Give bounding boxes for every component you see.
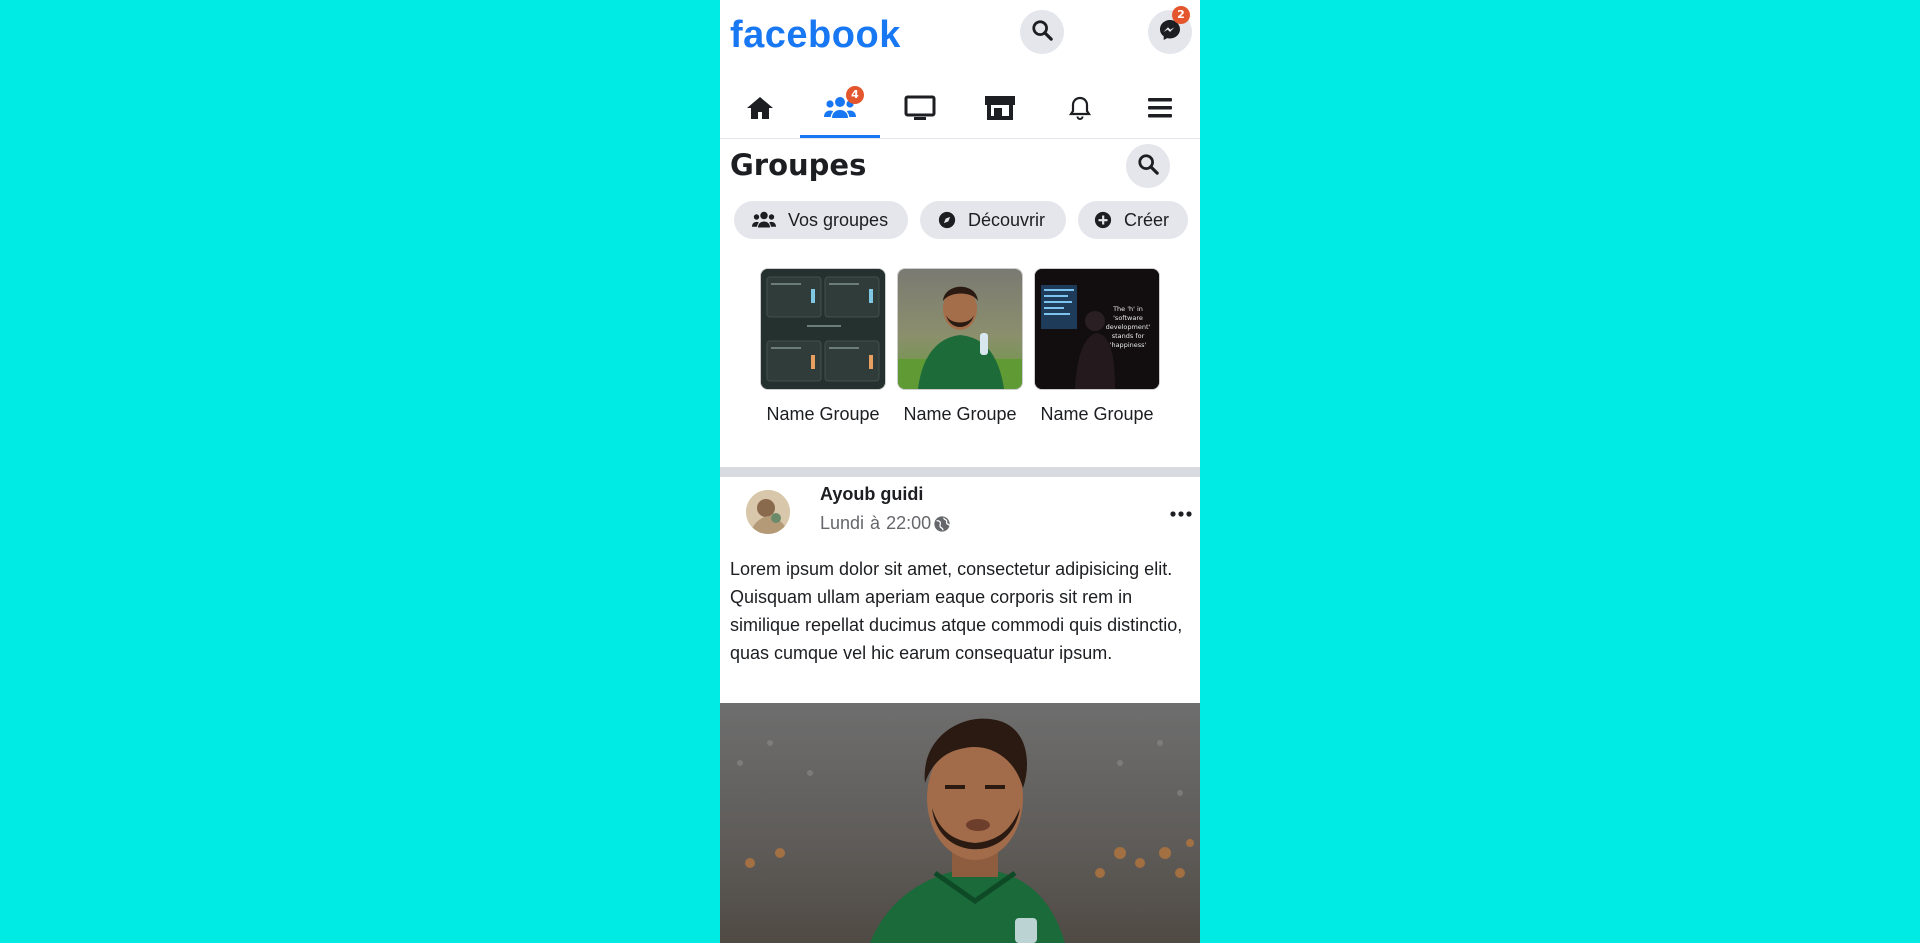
group-name[interactable]: Name Groupe <box>1034 404 1160 425</box>
chip-create[interactable]: Créer <box>1078 201 1188 239</box>
compass-icon <box>938 211 956 229</box>
post-at: à <box>870 513 881 533</box>
nav-notifications[interactable] <box>1040 82 1120 138</box>
store-icon <box>984 94 1016 126</box>
group-thumbnail: The 'h' in 'software development' stands… <box>1034 268 1160 390</box>
group-thumbnail <box>760 268 886 390</box>
messenger-badge: 2 <box>1172 6 1190 24</box>
more-horizontal-icon <box>1170 503 1192 522</box>
search-icon <box>1031 19 1053 45</box>
mobile-frame: facebook 2 4 Groupes Vos groupes Découvr… <box>720 0 1200 943</box>
bell-icon <box>1068 95 1092 125</box>
nav-menu[interactable] <box>1120 82 1200 138</box>
groups-badge: 4 <box>846 86 864 104</box>
nav-marketplace[interactable] <box>960 82 1040 138</box>
chip-discover[interactable]: Découvrir <box>920 201 1066 239</box>
globe-icon <box>933 515 951 533</box>
post-text: Lorem ipsum dolor sit amet, consectetur … <box>730 559 1183 663</box>
search-icon <box>1137 153 1159 179</box>
hamburger-icon <box>1147 97 1173 123</box>
chip-label: Découvrir <box>968 209 1046 230</box>
post-author[interactable]: Ayoub guidi <box>820 484 923 505</box>
main-nav: 4 <box>720 82 1200 139</box>
post-meta: Lundi à 22:00 <box>820 513 957 534</box>
group-name[interactable]: Name Groupe <box>897 404 1023 425</box>
post-time[interactable]: 22:00 <box>886 513 931 534</box>
group-card[interactable]: Name Groupe <box>897 268 1023 425</box>
chip-your-groups[interactable]: Vos groupes <box>734 201 908 239</box>
nav-home[interactable] <box>720 82 800 138</box>
chip-label: Créer <box>1124 209 1170 230</box>
post-image[interactable] <box>720 703 1200 943</box>
group-card[interactable]: Name Groupe <box>760 268 886 425</box>
plus-circle-icon <box>1094 211 1112 229</box>
facebook-logo[interactable]: facebook <box>730 14 901 57</box>
monitor-icon <box>904 95 936 125</box>
post-day: Lundi <box>820 513 865 533</box>
section-divider <box>720 467 1200 477</box>
avatar[interactable] <box>746 490 790 534</box>
page-title: Groupes <box>730 148 867 182</box>
nav-watch[interactable] <box>880 82 960 138</box>
users-icon <box>752 211 776 229</box>
home-icon <box>746 95 774 125</box>
chip-label: Vos groupes <box>788 209 889 230</box>
group-card[interactable]: The 'h' in 'software development' stands… <box>1034 268 1160 425</box>
groups-search-button[interactable] <box>1126 144 1170 188</box>
messenger-button[interactable]: 2 <box>1148 6 1192 54</box>
top-bar: facebook 2 <box>720 0 1200 78</box>
group-thumbnail-caption: The 'h' in 'software development' stands… <box>1105 305 1151 349</box>
group-thumbnail <box>897 268 1023 390</box>
search-button[interactable] <box>1020 10 1064 54</box>
nav-groups[interactable]: 4 <box>800 82 880 138</box>
group-name[interactable]: Name Groupe <box>760 404 886 425</box>
post-more-button[interactable] <box>1166 500 1196 524</box>
